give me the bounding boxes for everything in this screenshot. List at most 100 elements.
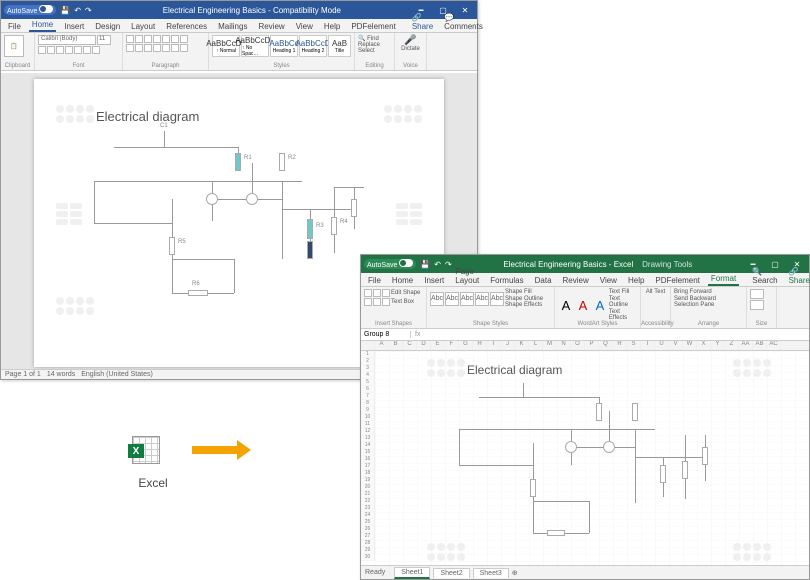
- row-header[interactable]: 8: [361, 400, 375, 407]
- wordart-3[interactable]: A: [592, 294, 608, 316]
- col-header[interactable]: C: [403, 341, 417, 350]
- row-header[interactable]: 2: [361, 358, 375, 365]
- row-header[interactable]: 19: [361, 477, 375, 484]
- row-header[interactable]: 22: [361, 498, 375, 505]
- tab-home[interactable]: Home: [29, 19, 56, 32]
- row-header[interactable]: 14: [361, 442, 375, 449]
- redo-icon[interactable]: ↷: [85, 6, 92, 15]
- col-header[interactable]: T: [641, 341, 655, 350]
- shape-style-4[interactable]: Abc: [475, 292, 489, 306]
- undo-icon[interactable]: ↶: [434, 260, 441, 269]
- align-right-icon[interactable]: [144, 44, 152, 52]
- col-header[interactable]: N: [557, 341, 571, 350]
- col-header[interactable]: AC: [767, 341, 781, 350]
- shape-style-2[interactable]: Abc: [445, 292, 459, 306]
- tab-design[interactable]: Design: [92, 21, 123, 32]
- shape-style-5[interactable]: Abc: [490, 292, 504, 306]
- height-input[interactable]: [750, 300, 764, 310]
- indent-inc-icon[interactable]: [162, 35, 170, 43]
- borders-icon[interactable]: [180, 44, 188, 52]
- sendbackward-button[interactable]: Send Backward: [674, 296, 743, 303]
- col-header[interactable]: V: [669, 341, 683, 350]
- tab-view[interactable]: View: [597, 275, 620, 286]
- sort-icon[interactable]: [171, 35, 179, 43]
- texteffects-button[interactable]: Text Effects: [609, 309, 637, 322]
- bullets-icon[interactable]: [126, 35, 134, 43]
- row-header[interactable]: 23: [361, 505, 375, 512]
- tab-help[interactable]: Help: [321, 21, 343, 32]
- row-header[interactable]: 6: [361, 386, 375, 393]
- search-box[interactable]: 🔍 Search: [749, 266, 780, 286]
- shapeoutline-button[interactable]: Shape Outline: [505, 296, 543, 303]
- textoutline-button[interactable]: Text Outline: [609, 296, 637, 309]
- bold-icon[interactable]: [38, 46, 46, 54]
- tab-format[interactable]: Format: [708, 273, 739, 286]
- col-header[interactable]: A: [375, 341, 389, 350]
- col-header[interactable]: R: [613, 341, 627, 350]
- row-header[interactable]: 5: [361, 379, 375, 386]
- row-header[interactable]: 11: [361, 421, 375, 428]
- tab-insert[interactable]: Insert: [61, 21, 87, 32]
- col-header[interactable]: G: [459, 341, 473, 350]
- row-header[interactable]: 1: [361, 351, 375, 358]
- tab-file[interactable]: File: [365, 275, 384, 286]
- tab-references[interactable]: References: [163, 21, 210, 32]
- row-header[interactable]: 28: [361, 540, 375, 547]
- col-header[interactable]: E: [431, 341, 445, 350]
- col-header[interactable]: D: [417, 341, 431, 350]
- undo-icon[interactable]: ↶: [74, 6, 81, 15]
- row-header[interactable]: 16: [361, 456, 375, 463]
- row-header[interactable]: 20: [361, 484, 375, 491]
- col-header[interactable]: L: [529, 341, 543, 350]
- tab-file[interactable]: File: [5, 21, 24, 32]
- autosave-toggle[interactable]: AutoSave: [364, 259, 416, 269]
- col-header[interactable]: B: [389, 341, 403, 350]
- col-header[interactable]: S: [627, 341, 641, 350]
- sup-icon[interactable]: [83, 46, 91, 54]
- col-header[interactable]: AB: [753, 341, 767, 350]
- name-box[interactable]: Group 8: [361, 331, 411, 338]
- sheet-tab-1[interactable]: Sheet1: [394, 567, 430, 579]
- row-header[interactable]: 18: [361, 470, 375, 477]
- tab-review[interactable]: Review: [560, 275, 592, 286]
- row-header[interactable]: 29: [361, 547, 375, 554]
- alttext-button[interactable]: Alt Text: [644, 289, 667, 295]
- share-button[interactable]: 🔗 Share: [409, 12, 436, 32]
- row-header[interactable]: 15: [361, 449, 375, 456]
- row-header[interactable]: 12: [361, 428, 375, 435]
- tab-mailings[interactable]: Mailings: [215, 21, 250, 32]
- col-header[interactable]: Q: [599, 341, 613, 350]
- col-header[interactable]: M: [543, 341, 557, 350]
- excel-grid[interactable]: ABCDEFGHIJKLMNOPQRSTUVWXYZAAABAC 1234567…: [361, 341, 809, 565]
- row-header[interactable]: 9: [361, 407, 375, 414]
- col-header[interactable]: Z: [725, 341, 739, 350]
- tab-data[interactable]: Data: [532, 275, 555, 286]
- col-header[interactable]: F: [445, 341, 459, 350]
- comments-button[interactable]: 💬 Comments: [441, 12, 486, 32]
- shapefill-button[interactable]: Shape Fill: [505, 289, 543, 296]
- col-header[interactable]: I: [487, 341, 501, 350]
- sub-icon[interactable]: [74, 46, 82, 54]
- style-heading2[interactable]: AaBbCcDHeading 2: [299, 35, 327, 57]
- row-header[interactable]: 27: [361, 533, 375, 540]
- col-header[interactable]: H: [473, 341, 487, 350]
- col-header[interactable]: AA: [739, 341, 753, 350]
- style-heading1[interactable]: AaBbCcHeading 1: [270, 35, 298, 57]
- col-header[interactable]: X: [697, 341, 711, 350]
- col-header[interactable]: P: [585, 341, 599, 350]
- col-header[interactable]: W: [683, 341, 697, 350]
- font-size-input[interactable]: 11: [97, 35, 111, 45]
- textfill-button[interactable]: Text Fill: [609, 289, 637, 296]
- align-justify-icon[interactable]: [153, 44, 161, 52]
- row-header[interactable]: 25: [361, 519, 375, 526]
- col-header[interactable]: K: [515, 341, 529, 350]
- showmarks-icon[interactable]: [180, 35, 188, 43]
- shape-style-1[interactable]: Abc: [430, 292, 444, 306]
- fontcolor-icon[interactable]: [92, 46, 100, 54]
- tab-view[interactable]: View: [293, 21, 316, 32]
- shape-style-3[interactable]: Abc: [460, 292, 474, 306]
- col-header[interactable]: U: [655, 341, 669, 350]
- sheet-tab-3[interactable]: Sheet3: [473, 568, 509, 578]
- row-header[interactable]: 3: [361, 365, 375, 372]
- row-header[interactable]: 17: [361, 463, 375, 470]
